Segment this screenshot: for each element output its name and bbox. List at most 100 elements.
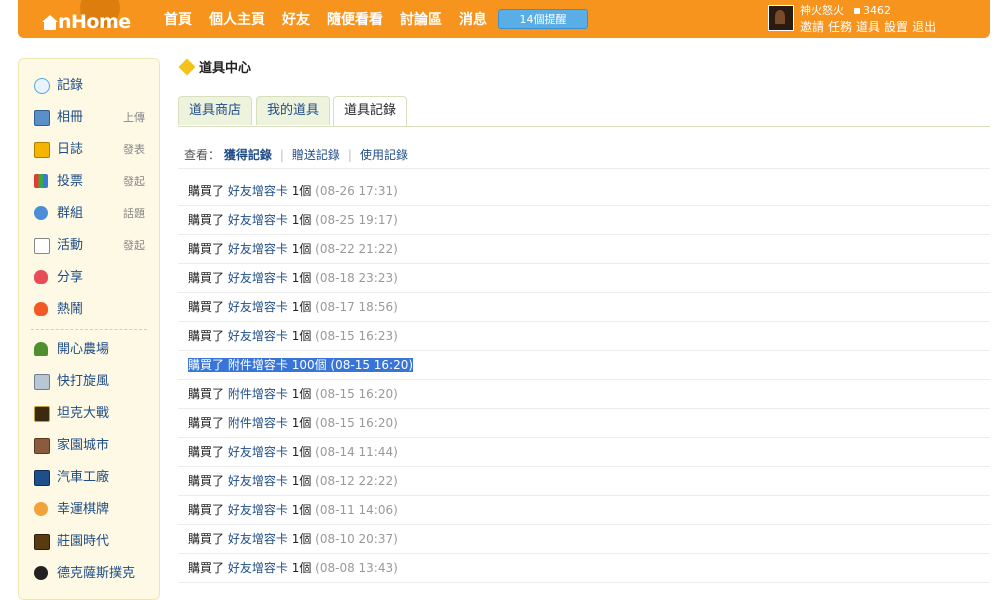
record-item-link[interactable]: 好友增容卡 (228, 561, 288, 575)
record-action: 購買了 (188, 387, 225, 401)
sidebar-item-game-city[interactable]: 家園城市 (19, 430, 159, 462)
sidebar-item-game-tank[interactable]: 坦克大戰 (19, 398, 159, 430)
site-logo[interactable]: nHome (40, 0, 150, 38)
record-action: 購買了 (188, 474, 225, 488)
sidebar-item-event[interactable]: 活動 發起 (19, 230, 159, 262)
record-item-link[interactable]: 好友增容卡 (228, 271, 288, 285)
publish-link[interactable]: 發表 (123, 134, 145, 166)
sidebar-item-label[interactable]: 莊園時代 (57, 526, 109, 558)
record-time: (08-15 16:23) (315, 329, 398, 343)
sidebar-item-label[interactable]: 快打旋風 (57, 366, 109, 398)
sidebar-item-label[interactable]: 開心農場 (57, 334, 109, 366)
sidebar-item-vote[interactable]: 投票 發起 (19, 166, 159, 198)
record-row: 購買了 好友增容卡 1個 (08-14 11:44) (178, 438, 990, 467)
topic-link[interactable]: 話題 (123, 198, 145, 230)
tasks-link[interactable]: 任務 (828, 20, 852, 34)
divider (178, 168, 990, 169)
record-item-link[interactable]: 好友增容卡 (228, 503, 288, 517)
record-row: 購買了 好友增容卡 1個 (08-22 21:22) (178, 235, 990, 264)
sidebar-app-list: 記錄 相冊 上傳 日誌 發表 投票 發起 群組 話題 活動 發起 分享 熱鬧 開… (19, 70, 159, 590)
sidebar-item-album[interactable]: 相冊 上傳 (19, 102, 159, 134)
record-time: (08-12 22:22) (315, 474, 398, 488)
sidebar-item-label[interactable]: 德克薩斯撲克 (57, 558, 135, 590)
record-text: 購買了 附件增容卡 100個 (08-15 16:20) (188, 358, 414, 372)
nav-messages[interactable]: 消息 (459, 9, 487, 29)
sidebar-item-diary[interactable]: 日誌 發表 (19, 134, 159, 166)
record-item-link[interactable]: 好友增容卡 (228, 445, 288, 459)
start-event-link[interactable]: 發起 (123, 230, 145, 262)
start-vote-link[interactable]: 發起 (123, 166, 145, 198)
record-text: 購買了 好友增容卡 1個 (08-25 19:17) (188, 213, 398, 227)
sidebar-item-game-farm[interactable]: 開心農場 (19, 334, 159, 366)
sidebar-item-game-manor[interactable]: 莊園時代 (19, 526, 159, 558)
record-item-link[interactable]: 好友增容卡 (228, 474, 288, 488)
sidebar-item-game-car[interactable]: 汽車工廠 (19, 462, 159, 494)
nav-friends[interactable]: 好友 (282, 9, 310, 29)
sidebar-item-label[interactable]: 活動 (57, 230, 83, 262)
filter-obtained[interactable]: 獲得記錄 (224, 148, 272, 162)
sidebar-item-label[interactable]: 幸運棋牌 (57, 494, 109, 526)
sidebar-item-label[interactable]: 投票 (57, 166, 83, 198)
nav-home[interactable]: 首頁 (164, 9, 192, 29)
sidebar-item-game-fighter[interactable]: 快打旋風 (19, 366, 159, 398)
home-icon (42, 15, 58, 22)
sidebar-item-label[interactable]: 熱鬧 (57, 294, 83, 326)
sidebar-item-label[interactable]: 相冊 (57, 102, 83, 134)
sidebar-item-label[interactable]: 汽車工廠 (57, 462, 109, 494)
record-item-link[interactable]: 附件增容卡 (228, 358, 288, 372)
sidebar-item-game-luck[interactable]: 幸運棋牌 (19, 494, 159, 526)
record-action: 購買了 (188, 271, 225, 285)
tab-my-items[interactable]: 我的道具 (256, 96, 331, 125)
lucky-face-icon (34, 502, 48, 516)
record-item-link[interactable]: 好友增容卡 (228, 300, 288, 314)
car-factory-icon (34, 470, 50, 486)
record-item-link[interactable]: 好友增容卡 (228, 532, 288, 546)
upload-link[interactable]: 上傳 (123, 102, 145, 134)
record-text: 購買了 好友增容卡 1個 (08-18 23:23) (188, 271, 398, 285)
username[interactable]: 神火怒火 (800, 4, 844, 17)
record-item-link[interactable]: 好友增容卡 (228, 184, 288, 198)
record-text: 購買了 好友增容卡 1個 (08-17 18:56) (188, 300, 398, 314)
record-item-link[interactable]: 好友增容卡 (228, 242, 288, 256)
avatar[interactable] (768, 5, 794, 31)
record-quantity: 1個 (291, 416, 312, 430)
sidebar-item-label[interactable]: 分享 (57, 262, 83, 294)
invite-link[interactable]: 邀請 (800, 20, 824, 34)
record-quantity: 1個 (291, 271, 312, 285)
settings-link[interactable]: 設置 (884, 20, 908, 34)
record-item-link[interactable]: 好友增容卡 (228, 213, 288, 227)
reminder-badge[interactable]: 14個提醒 (498, 9, 588, 29)
sidebar-item-share[interactable]: 分享 (19, 262, 159, 294)
sidebar-item-records[interactable]: 記錄 (19, 70, 159, 102)
sidebar-item-label[interactable]: 日誌 (57, 134, 83, 166)
record-item-link[interactable]: 好友增容卡 (228, 329, 288, 343)
sidebar-item-group[interactable]: 群組 話題 (19, 198, 159, 230)
logout-link[interactable]: 退出 (912, 20, 936, 34)
sidebar-item-label[interactable]: 家園城市 (57, 430, 109, 462)
items-link[interactable]: 道具 (856, 20, 880, 34)
record-item-link[interactable]: 附件增容卡 (228, 387, 288, 401)
record-text: 購買了 好友增容卡 1個 (08-26 17:31) (188, 184, 398, 198)
tab-item-shop[interactable]: 道具商店 (178, 96, 253, 125)
record-time: (08-14 11:44) (315, 445, 398, 459)
sidebar-item-label[interactable]: 坦克大戰 (57, 398, 109, 430)
sidebar-item-label[interactable]: 記錄 (57, 70, 83, 102)
nav-explore[interactable]: 隨便看看 (327, 9, 383, 29)
record-quantity: 1個 (291, 184, 312, 198)
calendar-icon (34, 238, 50, 254)
filter-gifted[interactable]: 贈送記錄 (292, 148, 340, 162)
record-action: 購買了 (188, 300, 225, 314)
nav-profile[interactable]: 個人主頁 (209, 9, 265, 29)
nav-forum[interactable]: 討論區 (400, 9, 442, 29)
sidebar-item-hot[interactable]: 熱鬧 (19, 294, 159, 326)
sidebar-item-game-texas[interactable]: 德克薩斯撲克 (19, 558, 159, 590)
record-row: 購買了 附件增容卡 1個 (08-15 16:20) (178, 380, 990, 409)
filter-used[interactable]: 使用記錄 (360, 148, 408, 162)
record-quantity: 1個 (291, 474, 312, 488)
record-item-link[interactable]: 附件增容卡 (228, 416, 288, 430)
sidebar-item-label[interactable]: 群組 (57, 198, 83, 230)
tab-item-records[interactable]: 道具記錄 (333, 96, 408, 126)
record-quantity: 1個 (291, 387, 312, 401)
record-action: 購買了 (188, 358, 225, 372)
record-row: 購買了 好友增容卡 1個 (08-08 13:43) (178, 554, 990, 583)
